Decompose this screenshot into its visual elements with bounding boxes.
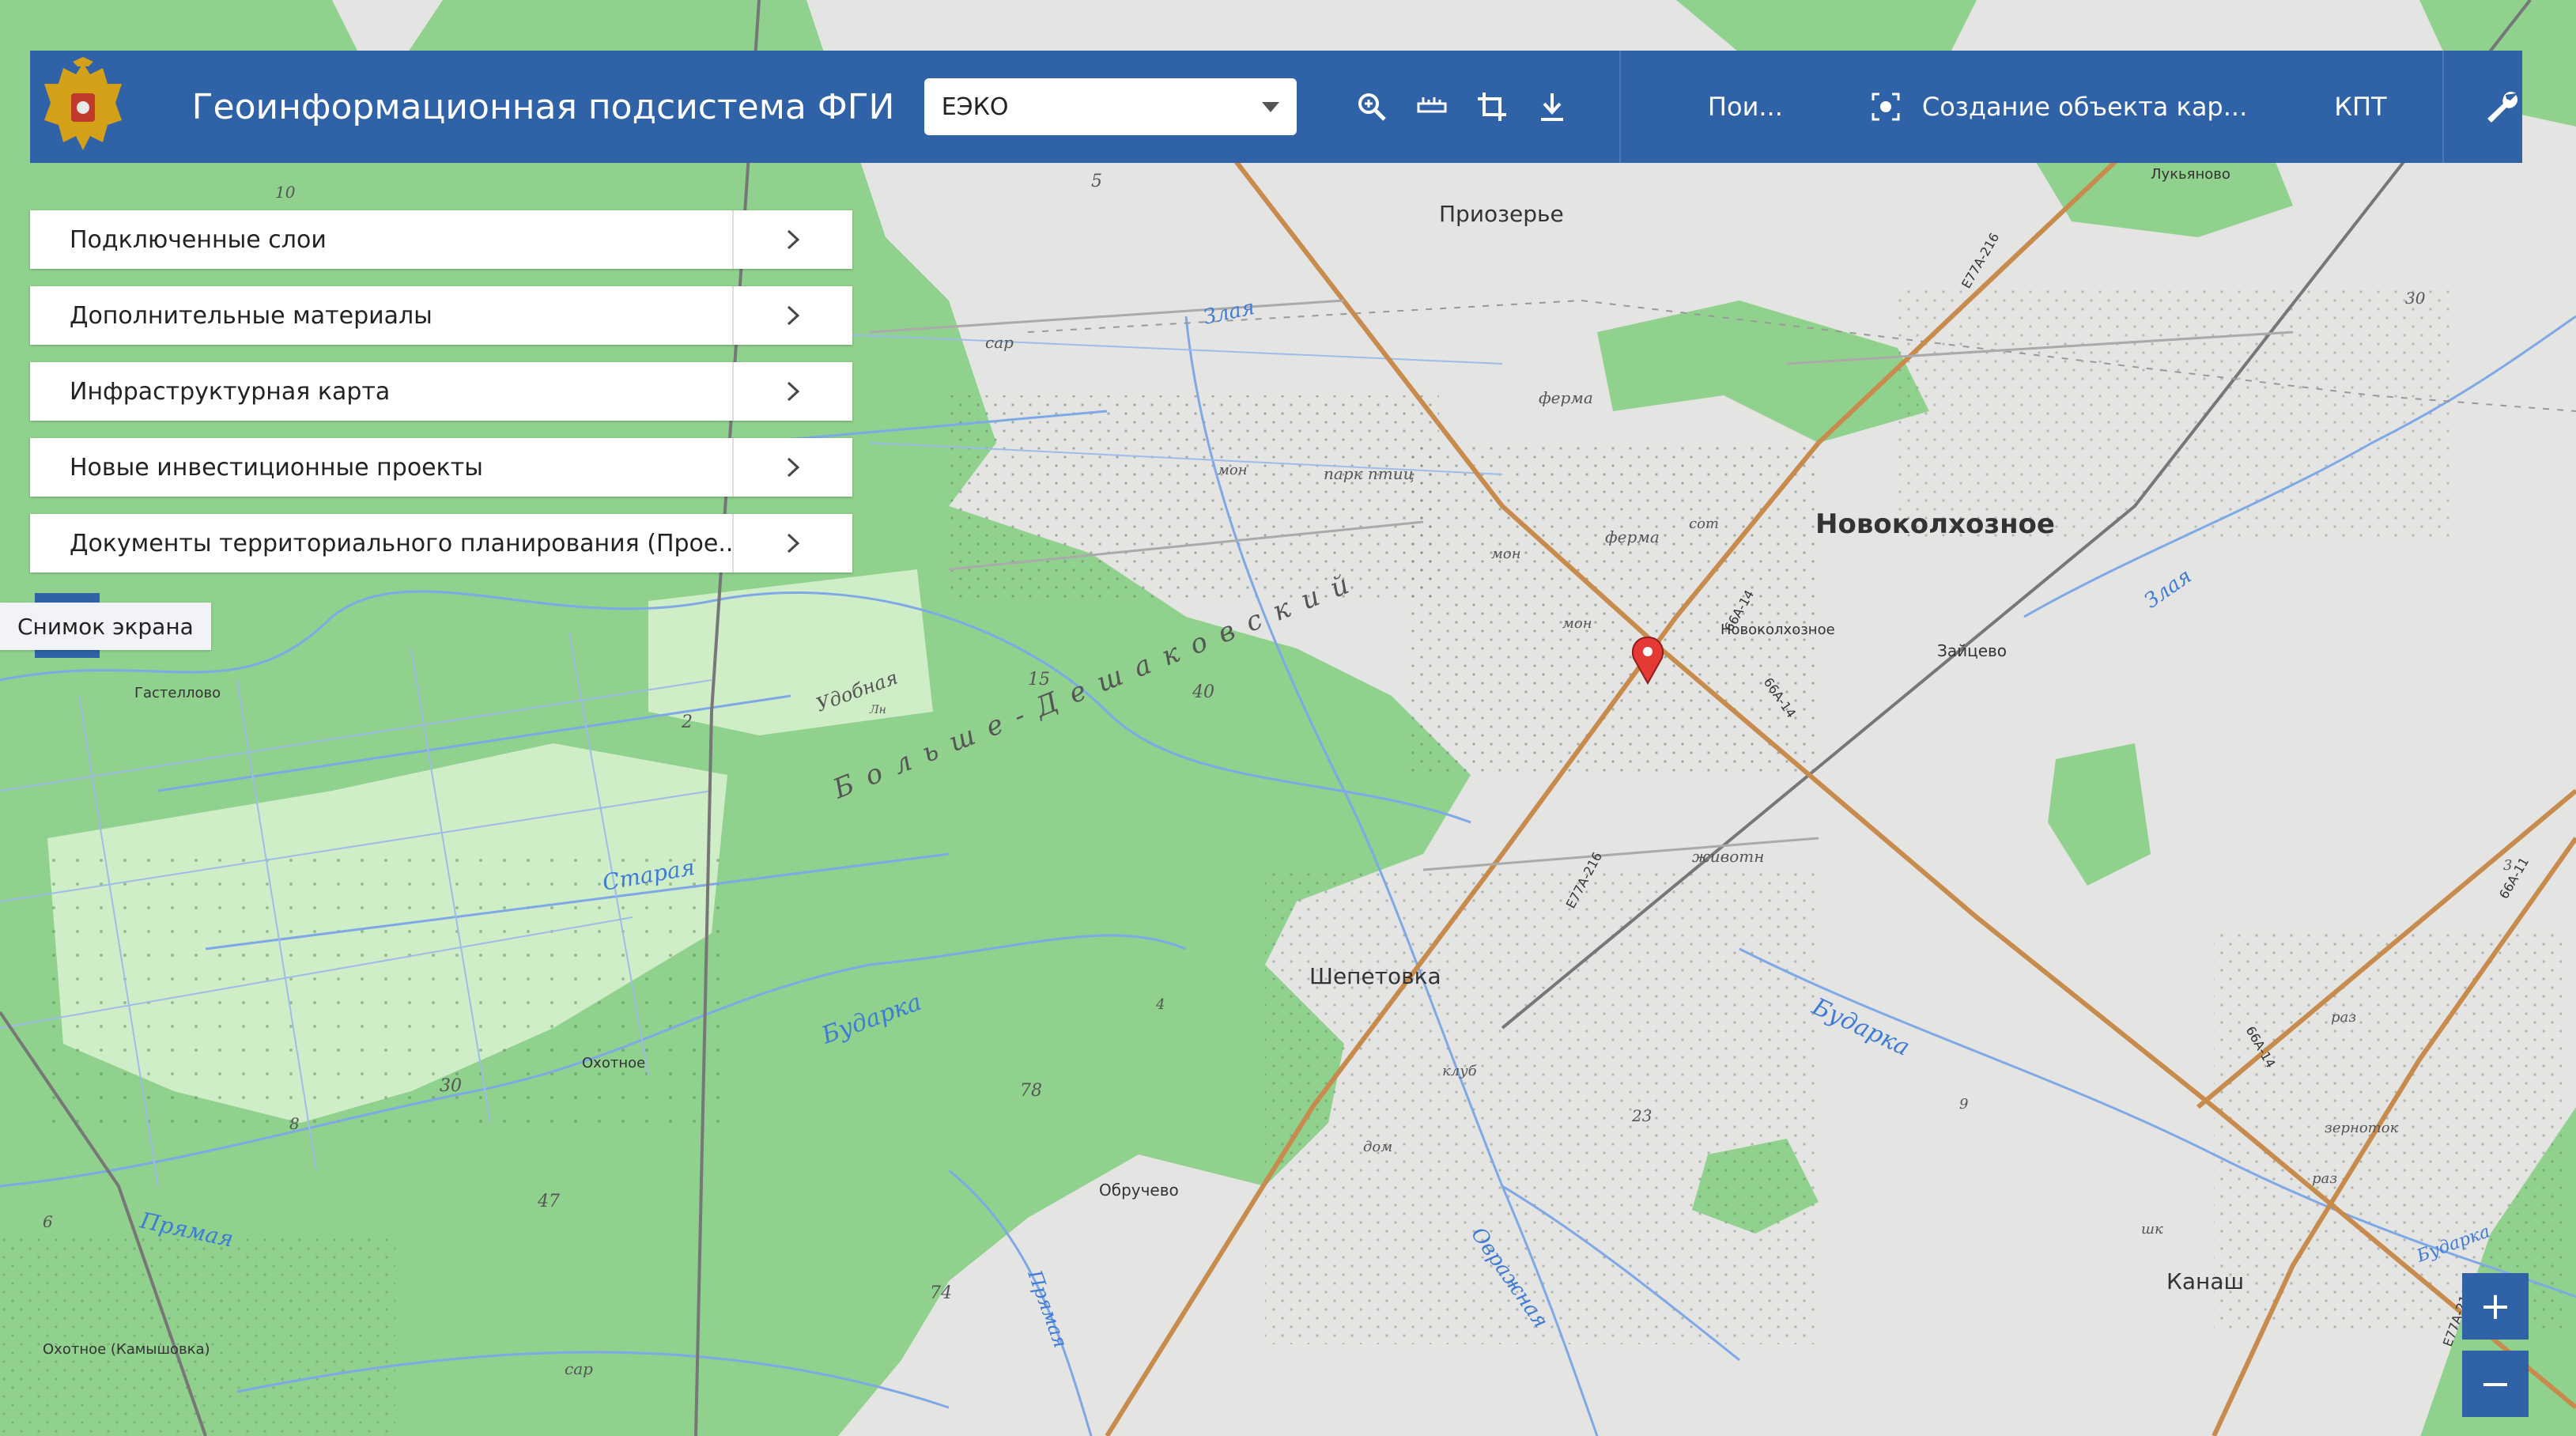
chevron-right-icon <box>732 438 852 497</box>
svg-text:шк: шк <box>2141 1221 2163 1238</box>
svg-text:сот: сот <box>1689 516 1719 532</box>
svg-text:дом: дом <box>1363 1139 1392 1155</box>
chevron-right-icon <box>732 514 852 573</box>
zoom-in-button[interactable]: + <box>2462 1273 2529 1340</box>
svg-text:ферма: ферма <box>1539 388 1593 407</box>
map-tools <box>1352 87 1572 127</box>
panel-item-planning-documents[interactable]: Документы территориального планирования … <box>30 514 852 573</box>
svg-text:15: 15 <box>1028 670 1050 690</box>
svg-text:78: 78 <box>1020 1081 1042 1101</box>
top-toolbar: Геоинформационная подсистема ФГИС ТП ЕЭК… <box>30 51 2522 163</box>
crop-icon[interactable] <box>1472 87 1512 127</box>
layers-panel: Подключенные слои Дополнительные материа… <box>30 210 852 590</box>
settlement-label: Зайцево <box>1937 641 2007 660</box>
panel-item-infrastructure-map[interactable]: Инфраструктурная карта <box>30 362 852 421</box>
svg-text:сар: сар <box>565 1359 593 1378</box>
svg-text:8: 8 <box>289 1114 300 1133</box>
chevron-down-icon <box>1261 101 1279 112</box>
screenshot-tooltip: Снимок экрана <box>0 603 211 650</box>
svg-text:2: 2 <box>681 712 693 732</box>
panel-item-additional-materials[interactable]: Дополнительные материалы <box>30 286 852 345</box>
settlement-label: Приозерье <box>1439 201 1564 227</box>
panel-item-connected-layers[interactable]: Подключенные слои <box>30 210 852 269</box>
svg-text:3: 3 <box>2503 857 2512 874</box>
settlement-label: Канаш <box>2166 1268 2244 1294</box>
svg-text:жи­вотн: жи­вотн <box>1692 847 1764 866</box>
svg-text:сар: сар <box>985 333 1014 352</box>
kpt-nav-item[interactable]: КПТ <box>2334 92 2386 122</box>
chevron-right-icon <box>732 286 852 345</box>
panel-item-investment-projects[interactable]: Новые инвестиционные проекты <box>30 438 852 497</box>
create-object-button[interactable]: Создание объекта кар... <box>1870 91 2247 123</box>
svg-text:раз: раз <box>2312 1170 2337 1187</box>
toolbar-divider <box>2442 51 2444 163</box>
svg-text:9: 9 <box>1959 1096 1968 1113</box>
coat-of-arms-logo <box>36 55 130 158</box>
svg-text:23: 23 <box>1631 1106 1652 1125</box>
settlement-label: Охотное (Камышовка) <box>43 1341 210 1358</box>
svg-text:10: 10 <box>275 183 296 202</box>
svg-text:4: 4 <box>1155 996 1165 1013</box>
settlement-label: Новоколхозное <box>1815 508 2055 540</box>
chevron-right-icon <box>732 362 852 421</box>
settlement-label: Обручево <box>1099 1181 1179 1200</box>
settlement-label: Лукьяново <box>2151 166 2230 183</box>
settlement-label: Охотное <box>582 1055 645 1071</box>
create-object-label: Создание объекта кар... <box>1921 92 2248 122</box>
svg-text:5: 5 <box>1091 172 1102 191</box>
settlement-label: Гастеллово <box>134 685 221 701</box>
settlement-label: Шепетовка <box>1309 963 1441 989</box>
svg-text:30: 30 <box>2405 289 2426 308</box>
ruler-icon[interactable] <box>1412 87 1452 127</box>
svg-text:74: 74 <box>930 1283 952 1303</box>
svg-text:40: 40 <box>1192 682 1214 702</box>
svg-text:Лн: Лн <box>869 704 886 716</box>
svg-text:47: 47 <box>537 1192 560 1211</box>
svg-text:клуб: клуб <box>1442 1063 1478 1079</box>
svg-text:раз: раз <box>2331 1009 2356 1026</box>
layer-select[interactable]: ЕЭКО <box>924 78 1297 135</box>
svg-text:30: 30 <box>440 1076 462 1096</box>
svg-text:мон: мон <box>1562 615 1592 632</box>
svg-text:парк птиц: парк птиц <box>1324 464 1415 483</box>
svg-text:зерноток: зерноток <box>2325 1120 2399 1136</box>
magnify-icon[interactable] <box>1352 87 1392 127</box>
svg-text:6: 6 <box>43 1212 53 1231</box>
download-icon[interactable] <box>1532 87 1572 127</box>
zoom-out-button[interactable]: − <box>2462 1351 2529 1417</box>
layer-select-value: ЕЭКО <box>941 93 1009 121</box>
search-nav-item[interactable]: Пои... <box>1708 92 1783 122</box>
focus-icon <box>1872 93 1900 121</box>
svg-text:мон: мон <box>1218 462 1248 478</box>
svg-text:мон: мон <box>1491 546 1521 562</box>
chevron-right-icon <box>732 210 852 269</box>
svg-text:ферма: ферма <box>1605 527 1660 546</box>
wrench-icon[interactable] <box>2483 87 2522 127</box>
toolbar-divider <box>1618 51 1621 163</box>
app-title: Геоинформационная подсистема ФГИС ТП <box>191 86 896 127</box>
